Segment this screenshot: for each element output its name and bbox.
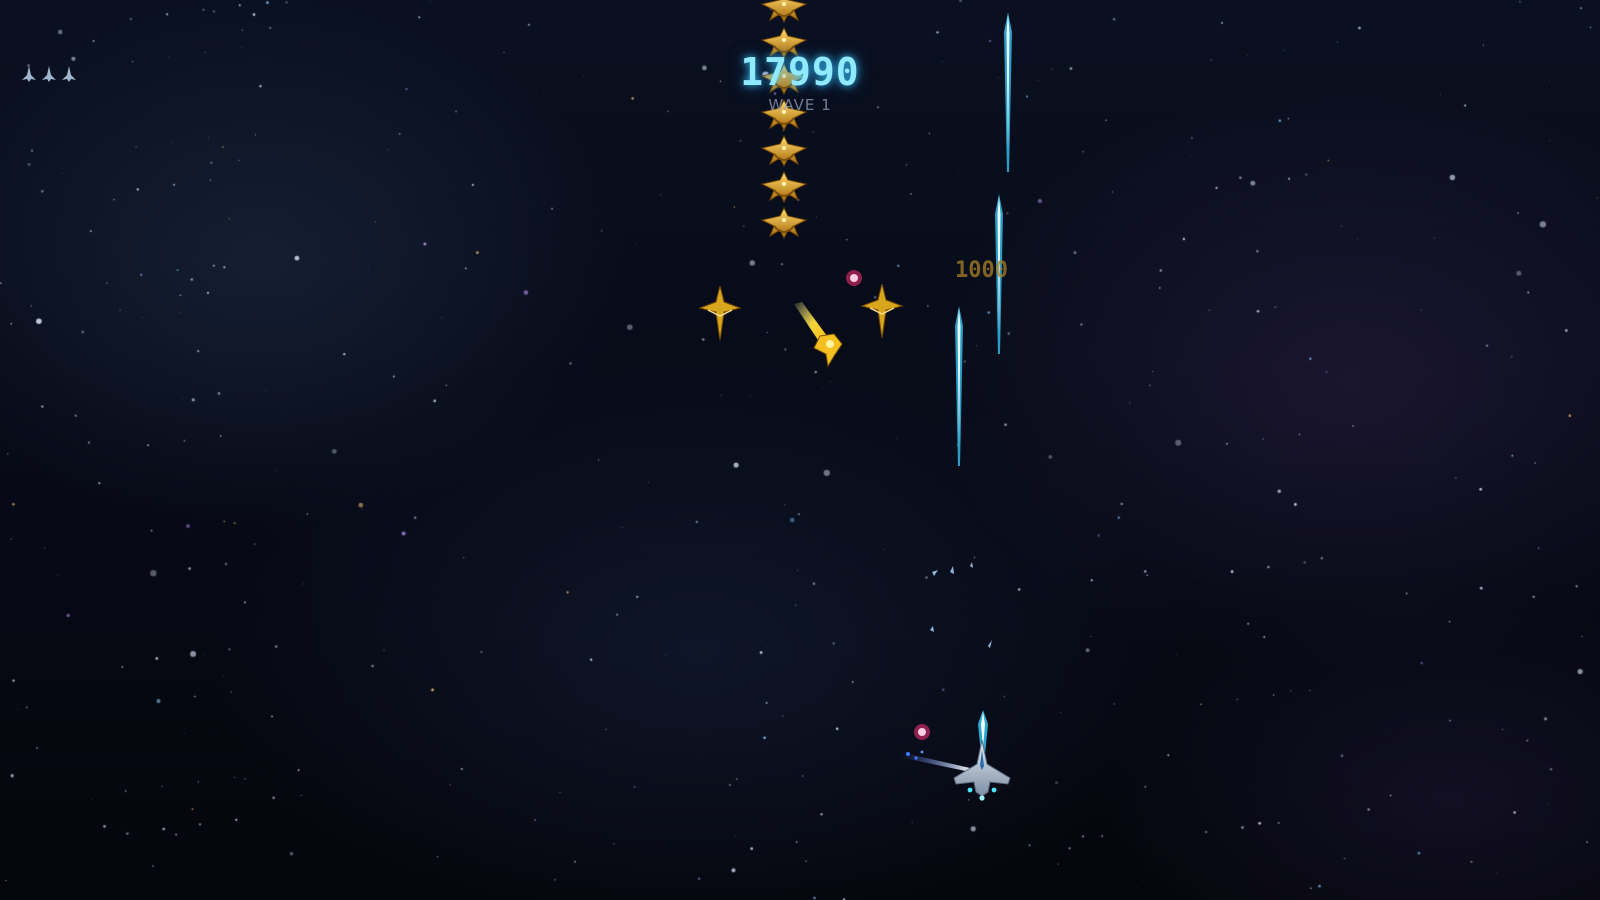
player-ship-icon xyxy=(42,66,56,82)
gold-fighter-icon xyxy=(698,286,742,340)
gold-fighter-icon xyxy=(761,0,807,23)
gold-fighter-icon xyxy=(761,135,807,167)
gold-fighter-icon xyxy=(860,284,904,338)
enemy-formation-column xyxy=(761,0,807,239)
enemy-bullet xyxy=(914,724,930,740)
gold-fighter-icon xyxy=(761,171,807,203)
enemy-bullet xyxy=(846,270,862,286)
player-starfighter-icon[interactable] xyxy=(900,740,1040,820)
gold-fighter-icon xyxy=(761,207,807,239)
lives-indicator xyxy=(22,66,76,82)
diving-enemy xyxy=(794,302,843,368)
wave-label: WAVE 1 xyxy=(768,96,832,114)
explosion-debris xyxy=(930,562,992,648)
game-viewport[interactable]: 17990 WAVE 1 1000 xyxy=(0,0,1600,900)
score-popup: 1000 xyxy=(955,258,1008,283)
player-laser xyxy=(955,306,963,466)
player-laser xyxy=(1004,12,1012,172)
player-ship-icon xyxy=(62,66,76,82)
score-counter: 17990 xyxy=(740,50,860,94)
player-ship-icon xyxy=(22,66,36,82)
